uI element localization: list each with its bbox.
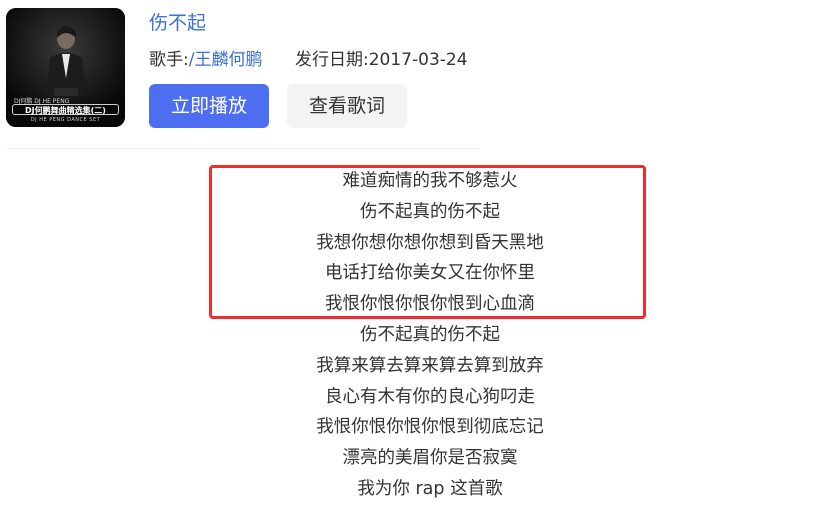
lyrics-highlight-box bbox=[209, 165, 646, 319]
release-date-value: 2017-03-24 bbox=[368, 50, 468, 70]
divider bbox=[6, 148, 478, 149]
album-cover[interactable]: DJ何鹏 DJ HE PENG DJ何鹏舞曲精选集(二) DJ HE PENG … bbox=[6, 8, 125, 127]
lyric-line: 伤不起真的伤不起 bbox=[360, 324, 500, 345]
view-lyrics-button[interactable]: 查看歌词 bbox=[287, 84, 407, 128]
lyric-line: 我恨你恨你恨你恨到彻底忘记 bbox=[316, 417, 544, 438]
lyric-line: 我算来算去算来算去算到放弃 bbox=[316, 355, 544, 376]
singer-link[interactable]: /王麟何鹏 bbox=[189, 50, 263, 70]
lyric-line: 我为你 rap 这首歌 bbox=[357, 478, 503, 499]
singer-label: 歌手: bbox=[149, 50, 189, 70]
cover-sub-text: DJ HE PENG DANCE SET bbox=[30, 117, 101, 123]
cover-series-text: DJ何鹏舞曲精选集(二) bbox=[12, 104, 119, 115]
lyric-line: 漂亮的美眉你是否寂寞 bbox=[342, 448, 518, 469]
song-title[interactable]: 伤不起 bbox=[149, 8, 206, 35]
lyric-line: 良心有木有你的良心狗叼走 bbox=[325, 386, 535, 407]
singer-info: 歌手:/王麟何鹏 bbox=[149, 45, 262, 70]
release-date-label: 发行日期: bbox=[295, 50, 369, 70]
release-date-info: 发行日期:2017-03-24 bbox=[295, 45, 468, 70]
play-now-button[interactable]: 立即播放 bbox=[149, 84, 269, 128]
